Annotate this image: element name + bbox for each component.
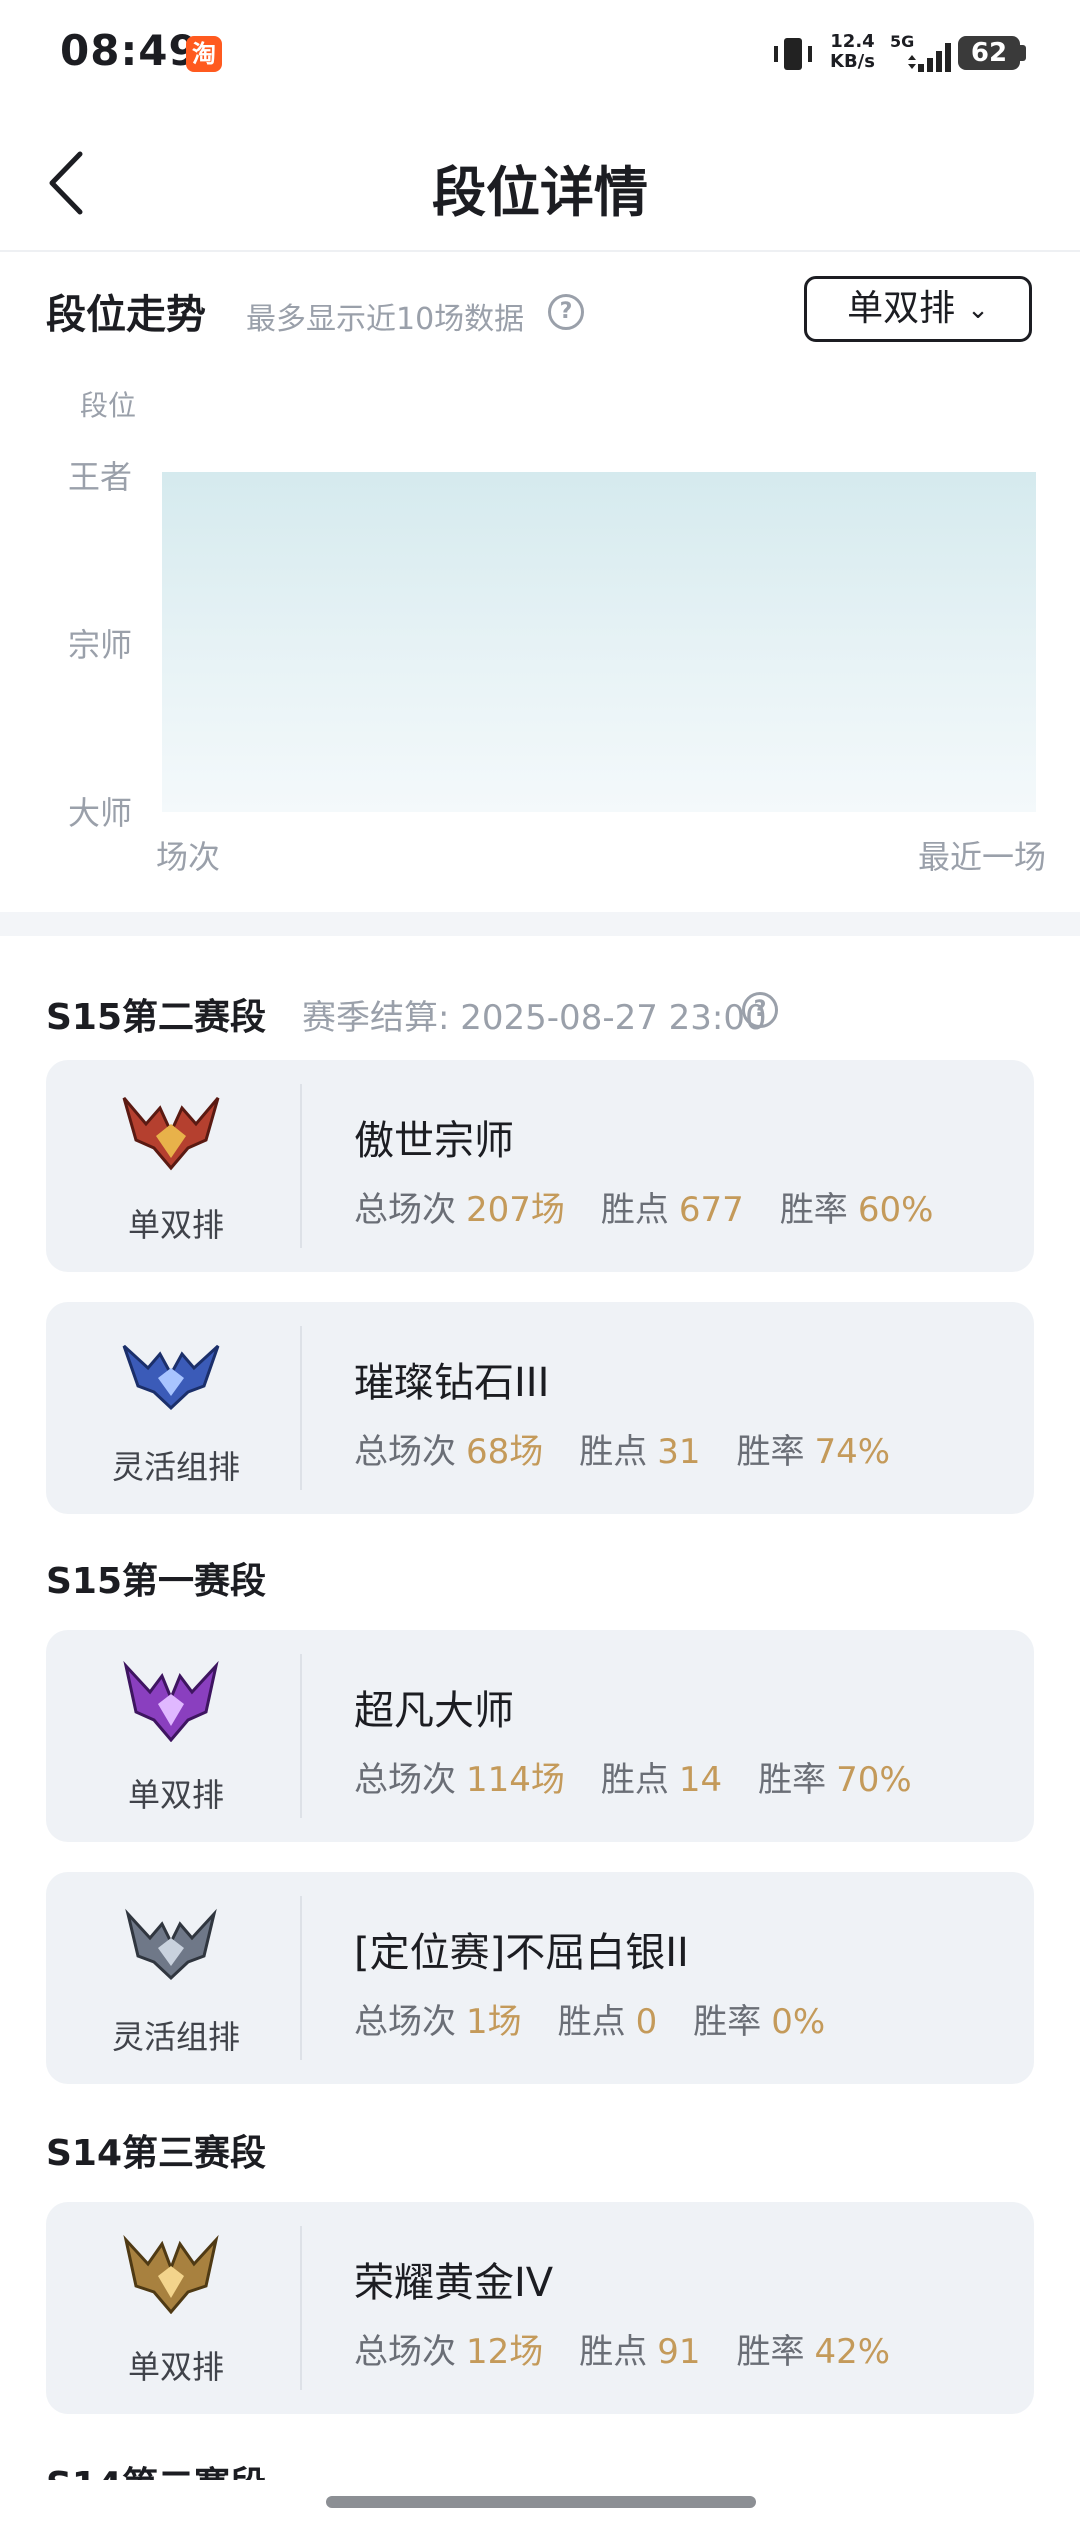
points-value: 31 (657, 1432, 701, 1472)
total-games-value: 114场 (466, 1760, 565, 1800)
app-header: 段位详情 (0, 110, 1080, 252)
win-rate-value: 74% (814, 1432, 891, 1472)
season-settlement-time: 赛季结算: 2025-08-27 23:00 (302, 998, 767, 1038)
rank-trend-section: 段位走势 最多显示近10场数据 ? 单双排 ⌄ 段位 王者 宗师 大师 场次 最近… (0, 252, 1080, 912)
trend-subtitle: 最多显示近10场数据 (246, 302, 525, 337)
card-divider (300, 1326, 302, 1490)
win-rate-value: 70% (836, 1760, 912, 1800)
rank-card[interactable]: 单双排 傲世宗师 总场次 207场 胜点 677 胜率 60% (46, 1060, 1034, 1272)
rank-emblem-icon (122, 1344, 220, 1411)
rank-card[interactable]: 单双排 荣耀黄金IV 总场次 12场 胜点 91 胜率 42% (46, 2202, 1034, 2414)
rank-stats: 总场次 114场 胜点 14 胜率 70% (354, 1760, 912, 1800)
rank-stats: 总场次 68场 胜点 31 胜率 74% (354, 1432, 891, 1472)
home-indicator[interactable] (326, 2496, 756, 2508)
rank-card[interactable]: 灵活组排 璀璨钻石III 总场次 68场 胜点 31 胜率 74% (46, 1302, 1034, 1514)
trend-chart-area (162, 472, 1036, 812)
queue-type: 单双排 (127, 2348, 224, 2386)
x-axis-end-label: 最近一场 (917, 838, 1046, 876)
total-games-value: 12场 (466, 2332, 544, 2372)
card-divider (300, 1896, 302, 2060)
rank-name: 璀璨钻石III (354, 1360, 550, 1406)
win-rate-value: 60% (857, 1190, 934, 1230)
help-icon[interactable]: ? (742, 992, 778, 1028)
help-icon[interactable]: ? (548, 294, 584, 330)
status-time: 08:49 (60, 26, 199, 75)
win-rate-value: 42% (814, 2332, 891, 2372)
points-value: 677 (678, 1190, 744, 1230)
rank-card[interactable]: 单双排 超凡大师 总场次 114场 胜点 14 胜率 70% (46, 1630, 1034, 1842)
rank-emblem-icon (125, 1908, 217, 1981)
rank-emblem-icon (123, 1660, 219, 1742)
rank-name: 超凡大师 (354, 1688, 514, 1734)
points-value: 14 (678, 1760, 723, 1800)
chevron-down-icon: ⌄ (967, 295, 989, 325)
total-games-value: 1场 (466, 2002, 522, 2042)
queue-type: 单双排 (127, 1776, 224, 1814)
queue-type: 单双排 (127, 1206, 224, 1244)
season-title: S15第一赛段 (46, 1561, 267, 1602)
rank-name: 傲世宗师 (354, 1118, 514, 1164)
queue-type: 灵活组排 (111, 1448, 240, 1486)
total-games-value: 68场 (466, 1432, 544, 1472)
rank-stats: 总场次 1场 胜点 0 胜率 0% (354, 2002, 826, 2042)
battery-icon: 62 (958, 36, 1020, 70)
network-speed: 12.4 KB/s (830, 31, 875, 72)
rank-stats: 总场次 207场 胜点 677 胜率 60% (354, 1190, 934, 1230)
rank-card[interactable]: 灵活组排 [定位赛]不屈白银II 总场次 1场 胜点 0 胜率 0% (46, 1872, 1034, 2084)
season-title: S15第二赛段 (46, 997, 267, 1038)
section-divider (0, 912, 1080, 936)
vibrate-icon (774, 38, 812, 70)
season-title: S14第三赛段 (46, 2133, 267, 2174)
points-value: 0 (635, 2002, 658, 2042)
points-value: 91 (657, 2332, 701, 2372)
queue-mode-label: 单双排 (847, 288, 956, 329)
signal-icon (908, 43, 951, 72)
page-title: 段位详情 (432, 161, 648, 224)
y-tick-master: 大师 (68, 794, 133, 832)
y-tick-grandmaster: 宗师 (68, 626, 133, 664)
card-divider (300, 1654, 302, 1818)
rank-name: 荣耀黄金IV (354, 2260, 554, 2306)
queue-mode-dropdown[interactable]: 单双排 ⌄ (804, 276, 1032, 342)
status-bar: 08:49 淘 12.4 KB/s 5G 62 (0, 0, 1080, 110)
y-tick-challenger: 王者 (68, 458, 133, 496)
rank-emblem-icon (123, 2234, 219, 2314)
total-games-value: 207场 (466, 1190, 565, 1230)
rank-stats: 总场次 12场 胜点 91 胜率 42% (354, 2332, 891, 2372)
rank-name: [定位赛]不屈白银II (354, 1930, 689, 1976)
win-rate-value: 0% (771, 2002, 826, 2042)
y-axis-title: 段位 (80, 389, 137, 422)
card-divider (300, 2226, 302, 2390)
taobao-notification-icon: 淘 (186, 36, 222, 72)
card-divider (300, 1084, 302, 1248)
rank-emblem-icon (122, 1097, 220, 1171)
battery-tip (1020, 45, 1026, 61)
queue-type: 灵活组排 (111, 2018, 240, 2056)
trend-title: 段位走势 (46, 292, 206, 338)
x-axis-start-label: 场次 (156, 838, 221, 876)
